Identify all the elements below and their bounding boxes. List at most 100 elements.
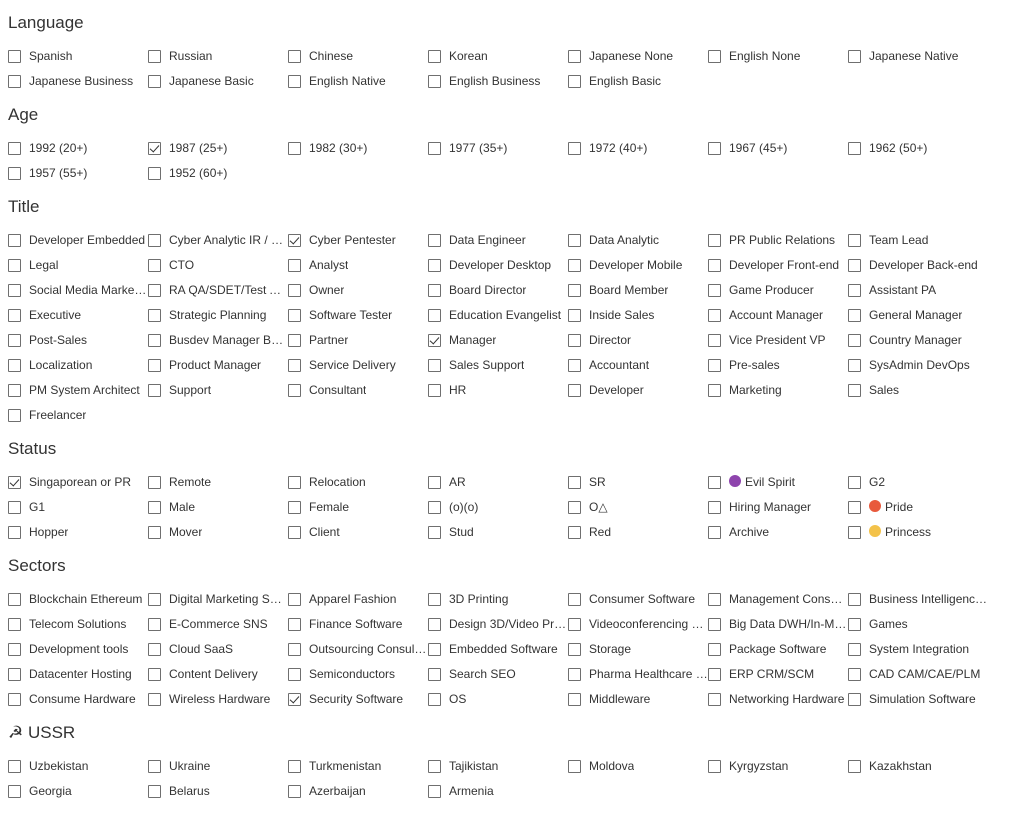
checkbox[interactable]: [568, 283, 581, 297]
checkbox-option[interactable]: Pre-sales: [708, 355, 848, 375]
checkbox[interactable]: [288, 283, 301, 297]
checkbox-option[interactable]: Data Analytic: [568, 230, 708, 250]
checkbox[interactable]: [708, 692, 721, 706]
checkbox-option[interactable]: G1: [8, 497, 148, 517]
checkbox-option[interactable]: Russian: [148, 46, 288, 66]
checkbox-option[interactable]: Outsourcing Consult…: [288, 639, 428, 659]
checkbox[interactable]: [288, 525, 301, 539]
checkbox[interactable]: [288, 642, 301, 656]
checkbox-option[interactable]: Freelancer: [8, 405, 148, 425]
checkbox-option[interactable]: Games: [848, 614, 988, 634]
checkbox-option[interactable]: Archive: [708, 522, 848, 542]
checkbox-option[interactable]: Developer Embedded: [8, 230, 148, 250]
checkbox[interactable]: [568, 141, 581, 155]
checkbox[interactable]: [428, 308, 441, 322]
checkbox-option[interactable]: 1957 (55+): [8, 163, 148, 183]
checkbox-option[interactable]: Board Member: [568, 280, 708, 300]
checkbox-option[interactable]: Middleware: [568, 689, 708, 709]
checkbox[interactable]: [848, 308, 861, 322]
checkbox[interactable]: [148, 358, 161, 372]
checkbox-option[interactable]: OS: [428, 689, 568, 709]
checkbox-option[interactable]: Manager: [428, 330, 568, 350]
checkbox-option[interactable]: AR: [428, 472, 568, 492]
checkbox[interactable]: [428, 525, 441, 539]
checkbox[interactable]: [568, 525, 581, 539]
checkbox[interactable]: [848, 475, 861, 489]
checkbox-option[interactable]: Pharma Healthcare …: [568, 664, 708, 684]
checkbox[interactable]: [148, 74, 161, 88]
checkbox-option[interactable]: Azerbaijan: [288, 781, 428, 801]
checkbox[interactable]: [8, 525, 21, 539]
checkbox[interactable]: [8, 141, 21, 155]
checkbox[interactable]: [428, 617, 441, 631]
checkbox-option[interactable]: Marketing: [708, 380, 848, 400]
checkbox[interactable]: [148, 258, 161, 272]
checkbox[interactable]: [428, 49, 441, 63]
checkbox[interactable]: [848, 358, 861, 372]
checkbox[interactable]: [848, 258, 861, 272]
checkbox[interactable]: [568, 358, 581, 372]
checkbox-option[interactable]: Board Director: [428, 280, 568, 300]
checkbox-option[interactable]: Client: [288, 522, 428, 542]
checkbox-option[interactable]: Networking Hardware: [708, 689, 848, 709]
checkbox[interactable]: [428, 500, 441, 514]
checkbox-option[interactable]: Country Manager: [848, 330, 988, 350]
checkbox[interactable]: [568, 592, 581, 606]
checkbox-option[interactable]: Account Manager: [708, 305, 848, 325]
checkbox[interactable]: [8, 617, 21, 631]
checkbox[interactable]: [568, 233, 581, 247]
checkbox[interactable]: [8, 358, 21, 372]
checkbox-option[interactable]: Design 3D/Video Pr…: [428, 614, 568, 634]
checkbox-option[interactable]: RA QA/SDET/Test A…: [148, 280, 288, 300]
checkbox[interactable]: [428, 233, 441, 247]
checkbox[interactable]: [708, 642, 721, 656]
checkbox-option[interactable]: Analyst: [288, 255, 428, 275]
checkbox[interactable]: [288, 759, 301, 773]
checkbox-option[interactable]: 1967 (45+): [708, 138, 848, 158]
checkbox-option[interactable]: Consume Hardware: [8, 689, 148, 709]
checkbox-option[interactable]: Moldova: [568, 756, 708, 776]
checkbox-option[interactable]: Relocation: [288, 472, 428, 492]
checkbox-option[interactable]: Security Software: [288, 689, 428, 709]
checkbox-option[interactable]: O△: [568, 497, 708, 517]
checkbox[interactable]: [288, 74, 301, 88]
checkbox[interactable]: [848, 333, 861, 347]
checkbox[interactable]: [148, 617, 161, 631]
checkbox-option[interactable]: Developer Desktop: [428, 255, 568, 275]
checkbox[interactable]: [848, 692, 861, 706]
checkbox-option[interactable]: Social Media Market…: [8, 280, 148, 300]
checkbox[interactable]: [8, 667, 21, 681]
checkbox-option[interactable]: Developer: [568, 380, 708, 400]
checkbox-option[interactable]: Executive: [8, 305, 148, 325]
checkbox[interactable]: [148, 500, 161, 514]
checkbox[interactable]: [8, 500, 21, 514]
checkbox-option[interactable]: Service Delivery: [288, 355, 428, 375]
checkbox[interactable]: [848, 383, 861, 397]
checkbox[interactable]: [428, 592, 441, 606]
checkbox[interactable]: [8, 383, 21, 397]
checkbox[interactable]: [428, 642, 441, 656]
checkbox-option[interactable]: 1952 (60+): [148, 163, 288, 183]
checkbox-option[interactable]: Red: [568, 522, 708, 542]
checkbox[interactable]: [848, 592, 861, 606]
checkbox[interactable]: [428, 283, 441, 297]
checkbox-option[interactable]: Product Manager: [148, 355, 288, 375]
checkbox-option[interactable]: Stud: [428, 522, 568, 542]
checkbox[interactable]: [148, 283, 161, 297]
checkbox-option[interactable]: Georgia: [8, 781, 148, 801]
checkbox[interactable]: [148, 692, 161, 706]
checkbox[interactable]: [428, 475, 441, 489]
checkbox-option[interactable]: Hiring Manager: [708, 497, 848, 517]
checkbox[interactable]: [148, 333, 161, 347]
checkbox-option[interactable]: English None: [708, 46, 848, 66]
checkbox-option[interactable]: Tajikistan: [428, 756, 568, 776]
checkbox-option[interactable]: Inside Sales: [568, 305, 708, 325]
checkbox[interactable]: [288, 333, 301, 347]
checkbox[interactable]: [708, 258, 721, 272]
checkbox-option[interactable]: Cyber Pentester: [288, 230, 428, 250]
checkbox-option[interactable]: Spanish: [8, 46, 148, 66]
checkbox[interactable]: [8, 283, 21, 297]
checkbox[interactable]: [848, 642, 861, 656]
checkbox[interactable]: [708, 233, 721, 247]
checkbox-option[interactable]: 1982 (30+): [288, 138, 428, 158]
